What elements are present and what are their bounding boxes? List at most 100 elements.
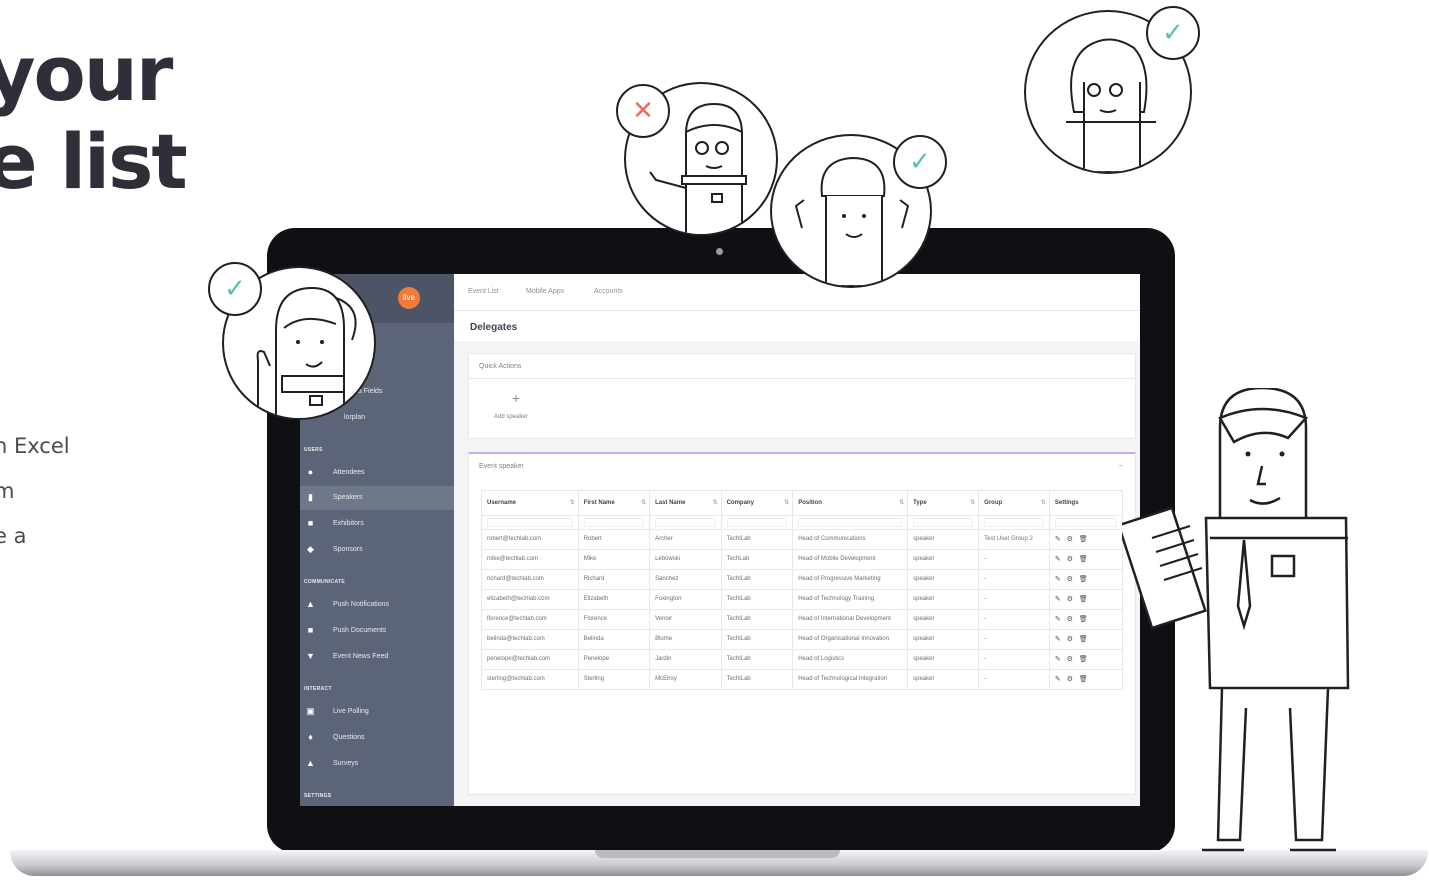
column-filter-input[interactable] — [1054, 518, 1117, 527]
table-row[interactable]: robert@techlab.com Robert Archer TechlLab He… — [481, 529, 1124, 550]
column-header[interactable]: Settings — [1048, 490, 1124, 516]
row-settings-icons[interactable]: ✎ ⚙ 🗑 — [1048, 549, 1124, 570]
sidebar-item-event-news-feed[interactable]: ▼ Event News Feed — [300, 645, 454, 669]
table-cell: Richard — [577, 569, 651, 590]
table-row[interactable]: richard@techlab.com Richard Sanchez TechlLa… — [481, 569, 1124, 590]
tab-event-list[interactable]: Event List — [468, 288, 499, 295]
row-settings-icons[interactable]: ✎ ⚙ 🗑 — [1048, 669, 1124, 690]
table-cell: TechLab — [720, 549, 794, 570]
table-cell: Blume — [649, 629, 722, 650]
row-settings-icons[interactable]: ✎ ⚙ 🗑 — [1048, 629, 1124, 650]
sort-icon[interactable]: ⇅ — [570, 499, 575, 506]
sidebar-section-users: USERS — [304, 447, 323, 453]
sort-icon[interactable]: ⇅ — [784, 499, 789, 506]
table-row[interactable]: mike@techlab.com Mike Lebowski TechLab Head … — [481, 549, 1124, 570]
table-cell: Sterling — [577, 669, 651, 690]
logo-badge: live — [398, 287, 420, 309]
page-header: Delegates — [454, 311, 1140, 341]
sidebar-item-sponsors[interactable]: ◆ Sponsors — [300, 538, 454, 562]
column-filter-input[interactable] — [984, 518, 1044, 527]
add-speaker-plus-icon[interactable]: + — [512, 390, 520, 406]
sort-icon[interactable]: ⇅ — [641, 499, 646, 506]
table-header-row: Username ⇅ First Name ⇅ Last Name ⇅ Company ⇅ Po… — [481, 490, 1124, 516]
column-filter-input[interactable] — [913, 518, 974, 527]
table-cell: - — [978, 669, 1050, 690]
table-cell: - — [978, 569, 1050, 590]
table-row[interactable]: elizabeth@techlab.com Elizabeth Foxington T… — [481, 589, 1124, 610]
table-cell: - — [978, 629, 1050, 650]
table-cell: Head of International Development — [792, 609, 909, 630]
tab-accounts[interactable]: Accounts — [594, 288, 623, 295]
row-settings-icons[interactable]: ✎ ⚙ 🗑 — [1048, 529, 1124, 550]
cross-icon: ✕ — [616, 84, 670, 138]
table-cell: McElroy — [649, 669, 722, 690]
table-cell: TechlLab — [720, 669, 794, 690]
sidebar-item-surveys[interactable]: ▲ Surveys — [300, 752, 454, 776]
table-cell: Test User Group 2 — [978, 529, 1050, 550]
sidebar-item-live-polling[interactable]: ▣ Live Polling — [300, 700, 454, 724]
bell-icon: ▲ — [306, 599, 315, 609]
table-cell: Head of Communications — [792, 529, 909, 550]
table-cell: penelope@techlab.com — [481, 649, 579, 670]
column-header[interactable]: Type ⇅ — [907, 490, 980, 516]
table-cell: speaker — [907, 649, 980, 670]
table-row[interactable]: belinda@techlab.com Belinda Blume TechlLab H… — [481, 629, 1124, 650]
sort-icon[interactable]: ⇅ — [970, 499, 975, 506]
sort-icon[interactable]: ⇅ — [1041, 499, 1046, 506]
sidebar-item-speakers[interactable]: ▮ Speakers — [300, 486, 454, 510]
sidebar-item-push-notifications[interactable]: ▲ Push Notifications — [300, 593, 454, 617]
table-cell: Jardin — [649, 649, 722, 670]
column-filter-input[interactable] — [487, 518, 573, 527]
table-body: robert@techlab.com Robert Archer TechlLab He… — [481, 515, 1124, 690]
person-icon: ● — [307, 467, 314, 477]
speaker-icon: ▮ — [308, 492, 313, 502]
hero-title: your e list — [0, 30, 188, 206]
row-settings-icons[interactable]: ✎ ⚙ 🗑 — [1048, 589, 1124, 610]
check-icon: ✓ — [1146, 6, 1200, 60]
table-cell: speaker — [907, 529, 980, 550]
table-row[interactable]: florence@techlab.com Florence Venoir TechlL… — [481, 609, 1124, 630]
table-cell: Elizabeth — [577, 589, 651, 610]
sidebar-item-questions[interactable]: ♦ Questions — [300, 726, 454, 750]
event-speaker-card: Event speaker − Username ⇅ First Name ⇅ Last… — [468, 452, 1136, 795]
hero-title-line-2: e list — [0, 117, 188, 206]
table-cell: TechlLab — [720, 589, 794, 610]
table-row[interactable]: penelope@techlab.com Penelope Jardin TechlL… — [481, 649, 1124, 670]
sidebar-item-exhibitors[interactable]: ■ Exhibitors — [300, 512, 454, 536]
table-cell: Venoir — [649, 609, 722, 630]
sidebar-item-push-documents[interactable]: ■ Push Documents — [300, 619, 454, 643]
column-header[interactable]: Username ⇅ — [481, 490, 579, 516]
quick-actions-card: Quick Actions + Add speaker — [468, 353, 1136, 439]
row-settings-icons[interactable]: ✎ ⚙ 🗑 — [1048, 569, 1124, 590]
add-speaker-button[interactable]: Add speaker — [494, 414, 528, 420]
table-row[interactable]: sterling@techlab.com Sterling McElroy Techl… — [481, 669, 1124, 690]
sidebar-item-attendees[interactable]: ● Attendees — [300, 461, 454, 485]
table-cell: Mike — [577, 549, 651, 570]
table-cell: Penelope — [577, 649, 651, 670]
sort-icon[interactable]: ⇅ — [713, 499, 718, 506]
column-filter-input[interactable] — [583, 518, 645, 527]
sidebar-section-settings: SETTINGS — [304, 793, 332, 799]
table-cell: florence@techlab.com — [481, 609, 579, 630]
sort-icon[interactable]: ⇅ — [899, 499, 904, 506]
table-cell: belinda@techlab.com — [481, 629, 579, 650]
column-header[interactable]: Group ⇅ — [978, 490, 1050, 516]
column-header[interactable]: Position ⇅ — [792, 490, 909, 516]
column-header[interactable]: First Name ⇅ — [577, 490, 651, 516]
column-header[interactable]: Last Name ⇅ — [649, 490, 722, 516]
table-cell: robert@techlab.com — [481, 529, 579, 550]
filter-row — [481, 515, 1124, 530]
column-header[interactable]: Company ⇅ — [720, 490, 794, 516]
column-filter-input[interactable] — [798, 518, 903, 527]
tab-mobile-apps[interactable]: Mobile Apps — [526, 288, 564, 295]
row-settings-icons[interactable]: ✎ ⚙ 🗑 — [1048, 649, 1124, 670]
column-filter-input[interactable] — [655, 518, 716, 527]
table-cell: Head of Mobile Development — [792, 549, 909, 570]
table-cell: Lebowski — [649, 549, 722, 570]
column-filter-input[interactable] — [726, 518, 788, 527]
table-cell: Sanchez — [649, 569, 722, 590]
check-icon: ✓ — [208, 262, 262, 316]
hero-desc-line-3: e a — [0, 524, 27, 548]
check-icon: ✓ — [893, 135, 947, 189]
row-settings-icons[interactable]: ✎ ⚙ 🗑 — [1048, 609, 1124, 630]
